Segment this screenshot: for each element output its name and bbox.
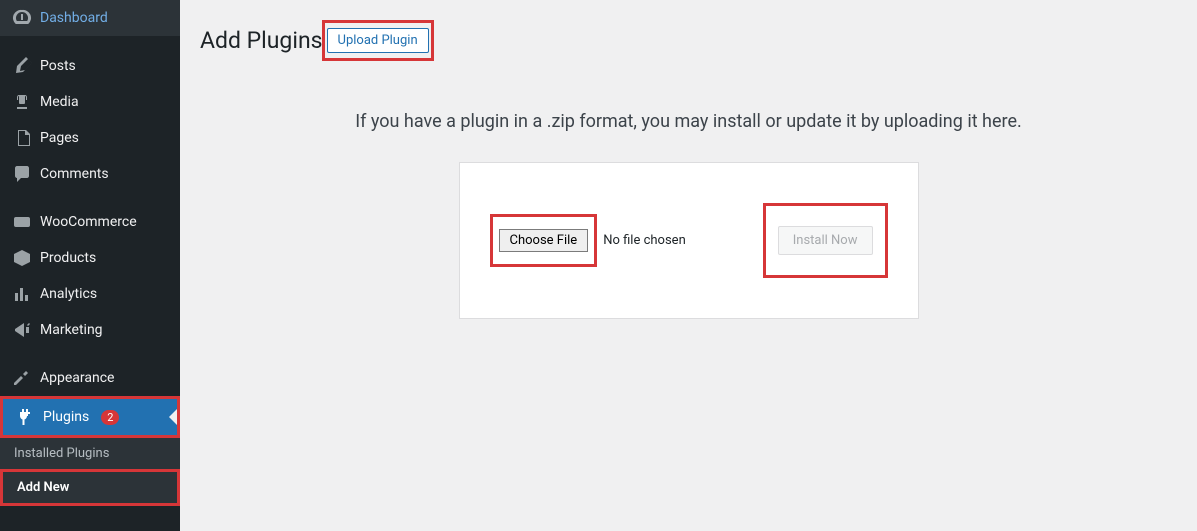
submenu-installed-plugins[interactable]: Installed Plugins bbox=[0, 438, 180, 469]
sidebar-item-plugins[interactable]: Plugins 2 bbox=[0, 396, 180, 438]
sidebar-label: Analytics bbox=[40, 286, 97, 302]
sidebar-label: Comments bbox=[40, 166, 109, 182]
products-icon bbox=[12, 248, 32, 268]
main-content: Add Plugins Upload Plugin If you have a … bbox=[180, 0, 1197, 531]
sidebar-item-products[interactable]: Products bbox=[0, 240, 180, 276]
marketing-icon bbox=[12, 320, 32, 340]
appearance-icon bbox=[12, 368, 32, 388]
upload-instruction: If you have a plugin in a .zip format, y… bbox=[200, 111, 1177, 132]
sidebar-item-dashboard[interactable]: Dashboard bbox=[0, 0, 180, 36]
sidebar-item-media[interactable]: Media bbox=[0, 84, 180, 120]
sidebar-label: Dashboard bbox=[40, 10, 108, 26]
upload-panel: Choose File No file chosen Install Now bbox=[459, 162, 919, 319]
plugins-submenu: Installed Plugins Add New bbox=[0, 438, 180, 506]
plugins-icon bbox=[15, 407, 35, 427]
sidebar-label: WooCommerce bbox=[40, 214, 137, 230]
sidebar-label: Posts bbox=[40, 58, 76, 74]
pages-icon bbox=[12, 128, 32, 148]
sidebar-label: Plugins bbox=[43, 409, 89, 425]
submenu-add-new[interactable]: Add New bbox=[0, 469, 180, 506]
sidebar-item-analytics[interactable]: Analytics bbox=[0, 276, 180, 312]
sidebar-item-woocommerce[interactable]: WooCommerce bbox=[0, 204, 180, 240]
upload-plugin-button[interactable]: Upload Plugin bbox=[327, 28, 429, 53]
install-now-button[interactable]: Install Now bbox=[778, 226, 873, 255]
sidebar-item-marketing[interactable]: Marketing bbox=[0, 312, 180, 348]
woocommerce-icon bbox=[12, 212, 32, 232]
pin-icon bbox=[12, 56, 32, 76]
sidebar-item-appearance[interactable]: Appearance bbox=[0, 360, 180, 396]
sidebar-item-comments[interactable]: Comments bbox=[0, 156, 180, 192]
sidebar-label: Marketing bbox=[40, 322, 103, 338]
sidebar-item-pages[interactable]: Pages bbox=[0, 120, 180, 156]
sidebar-label: Pages bbox=[40, 130, 79, 146]
file-input-group: Choose File No file chosen bbox=[490, 214, 686, 267]
plugins-badge: 2 bbox=[101, 410, 119, 425]
page-title: Add Plugins bbox=[200, 27, 323, 54]
file-status-label: No file chosen bbox=[603, 233, 686, 248]
analytics-icon bbox=[12, 284, 32, 304]
admin-sidebar: Dashboard Posts Media Pages Comments Woo… bbox=[0, 0, 180, 531]
dashboard-icon bbox=[12, 8, 32, 28]
choose-file-button[interactable]: Choose File bbox=[499, 229, 589, 252]
sidebar-label: Media bbox=[40, 94, 79, 110]
page-header: Add Plugins Upload Plugin bbox=[200, 20, 1177, 61]
media-icon bbox=[12, 92, 32, 112]
sidebar-label: Products bbox=[40, 250, 96, 266]
comments-icon bbox=[12, 164, 32, 184]
sidebar-label: Appearance bbox=[40, 370, 114, 386]
sidebar-item-posts[interactable]: Posts bbox=[0, 48, 180, 84]
